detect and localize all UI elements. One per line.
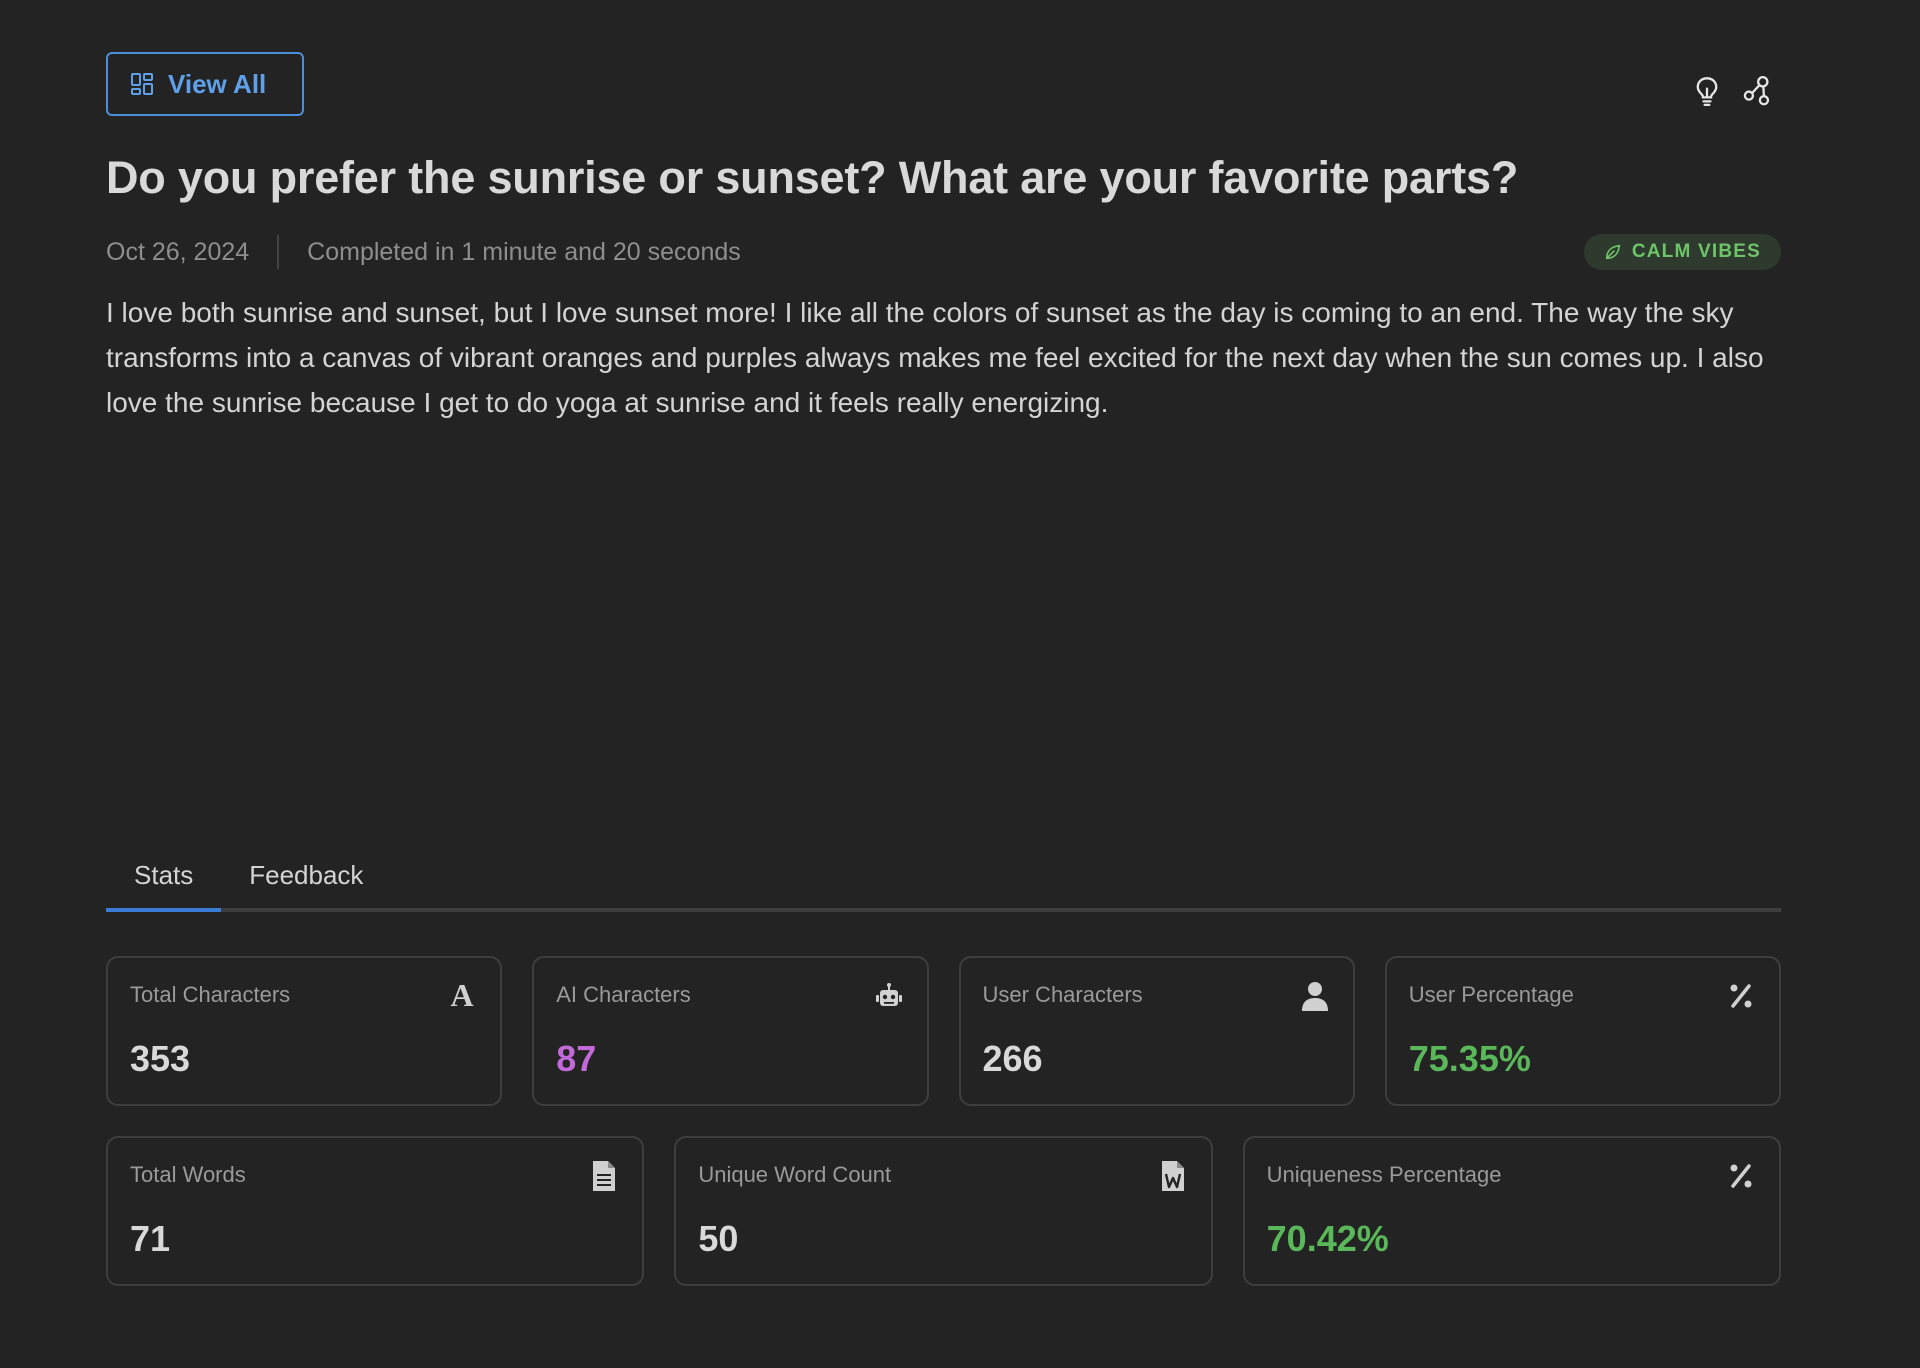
header-actions — [1693, 76, 1771, 106]
stat-label: Total Words — [130, 1162, 246, 1187]
stat-card-user-percentage: User Percentage 75.35% — [1384, 956, 1781, 1106]
entry-body: I love both sunrise and sunset, but I lo… — [106, 297, 1764, 418]
completion-time: Completed in 1 minute and 20 seconds — [307, 237, 741, 266]
top-bar: View All — [106, 52, 1781, 118]
stat-value: 266 — [982, 1038, 1043, 1079]
journal-entry-page: View All Do you prefer the sunrise or su… — [106, 52, 1781, 1286]
stat-value: 87 — [556, 1038, 597, 1079]
grid-icon — [131, 73, 153, 95]
stats-row-2: Total Words 71 Unique Word Count 50 Uniq… — [106, 1136, 1781, 1286]
document-icon — [593, 1161, 616, 1191]
stat-value: 70.42% — [1266, 1218, 1389, 1259]
entry-title: Do you prefer the sunrise or sunset? Wha… — [106, 152, 1519, 203]
stat-card-total-characters: Total Characters 353 A — [106, 956, 503, 1106]
meta-divider — [277, 235, 280, 269]
tab-stats[interactable]: Stats — [106, 852, 222, 912]
percent-icon — [1730, 984, 1752, 1008]
user-icon — [1301, 982, 1328, 1011]
stat-label: Uniqueness Percentage — [1266, 1162, 1502, 1187]
mood-badge: CALM VIBES — [1583, 234, 1781, 270]
entry-meta: Oct 26, 2024 Completed in 1 minute and 2… — [106, 232, 1781, 272]
stats-row-1: Total Characters 353 A AI Characters 87 … — [106, 956, 1781, 1106]
stat-value: 75.35% — [1408, 1038, 1531, 1079]
stat-value: 50 — [698, 1218, 739, 1259]
percent-icon — [1730, 1164, 1752, 1188]
stat-card-ai-characters: AI Characters 87 — [532, 956, 929, 1106]
stat-label: AI Characters — [556, 982, 691, 1007]
tab-bar: Stats Feedback — [106, 852, 1781, 912]
stat-label: User Percentage — [1408, 982, 1574, 1007]
view-all-button[interactable]: View All — [106, 52, 304, 116]
stat-card-total-words: Total Words 71 — [106, 1136, 645, 1286]
stat-card-user-characters: User Characters 266 — [958, 956, 1355, 1106]
lightbulb-icon[interactable] — [1693, 76, 1721, 106]
word-file-icon — [1161, 1161, 1184, 1191]
stat-card-uniqueness-percentage: Uniqueness Percentage 70.42% — [1242, 1136, 1781, 1286]
tab-feedback[interactable]: Feedback — [221, 852, 391, 908]
stat-value: 353 — [130, 1038, 191, 1079]
mood-badge-label: CALM VIBES — [1631, 241, 1761, 262]
robot-icon — [875, 983, 902, 1006]
stat-label: Total Characters — [130, 982, 291, 1007]
view-all-label: View All — [168, 68, 267, 99]
entry-date: Oct 26, 2024 — [106, 237, 250, 266]
stat-card-unique-word-count: Unique Word Count 50 — [674, 1136, 1213, 1286]
stat-label: User Characters — [982, 982, 1143, 1007]
letter-a-icon: A — [451, 980, 474, 1012]
stat-value: 71 — [130, 1218, 171, 1259]
leaf-icon — [1605, 244, 1621, 260]
share-icon[interactable] — [1743, 76, 1771, 106]
stat-label: Unique Word Count — [698, 1162, 892, 1187]
svg-text:A: A — [451, 980, 474, 1012]
